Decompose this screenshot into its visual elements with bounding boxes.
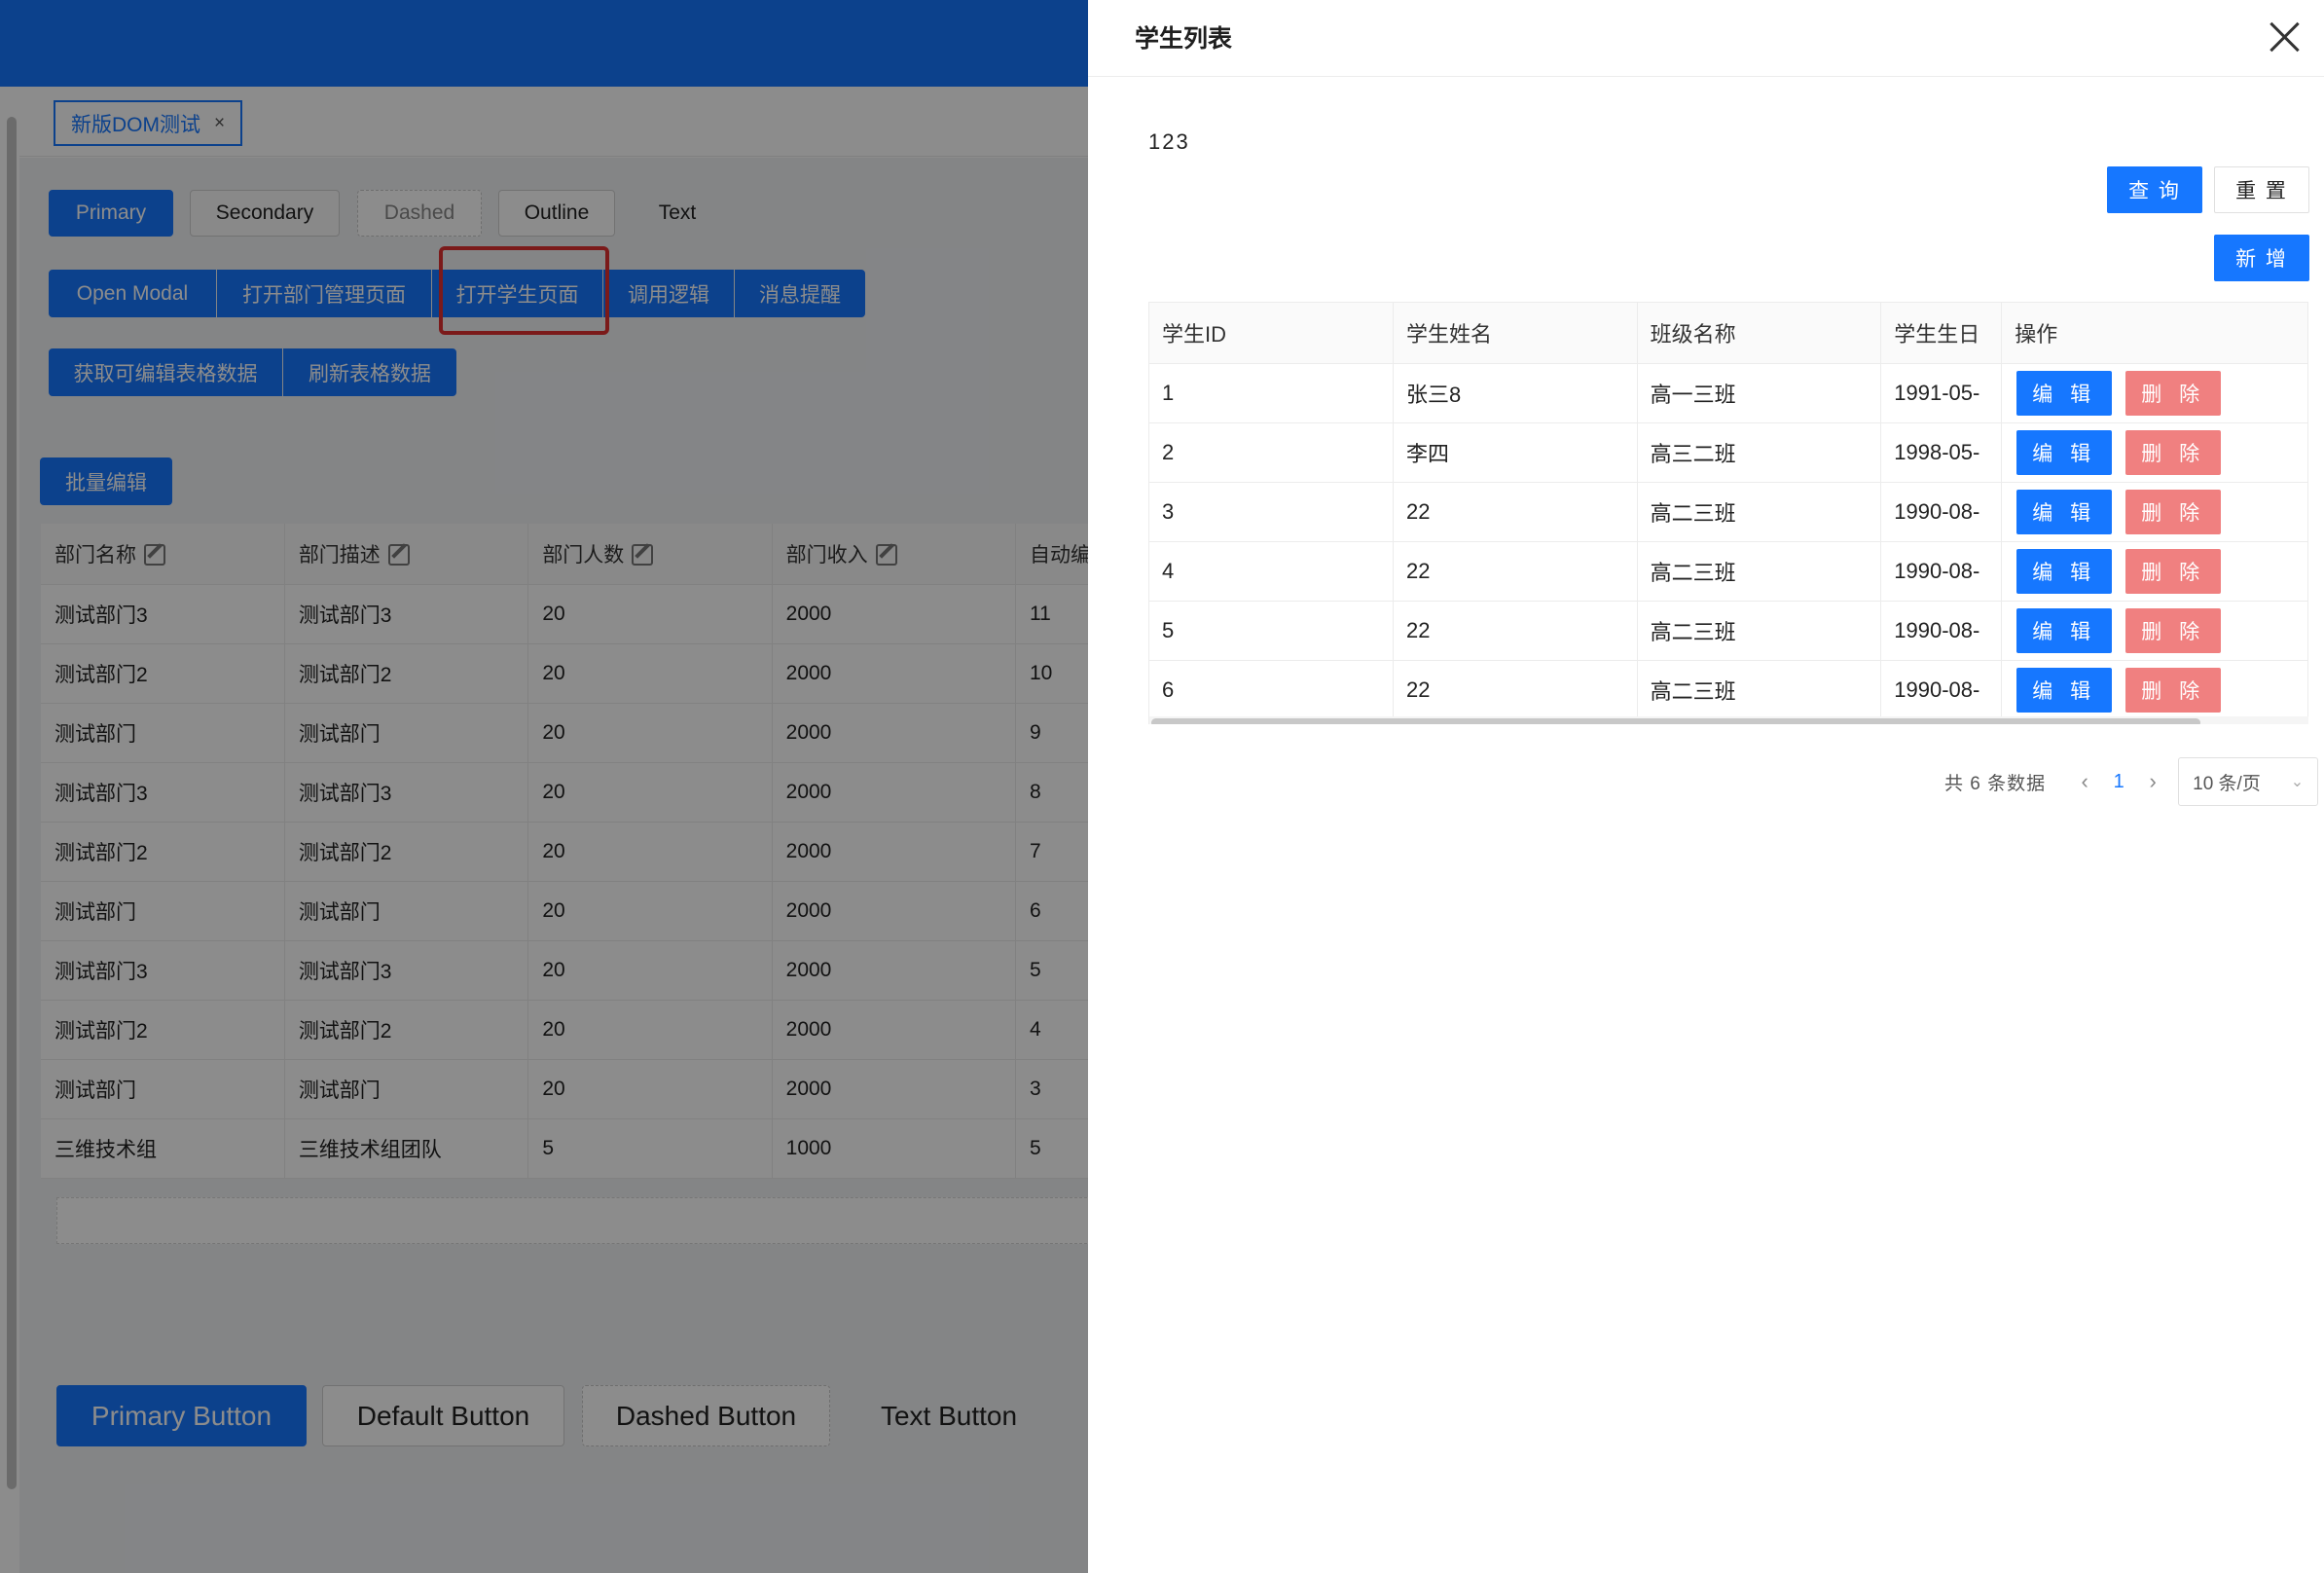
table-cell: 高二三班 <box>1637 660 1882 720</box>
table-cell: 高二三班 <box>1637 541 1882 602</box>
table-cell: 1 <box>1149 363 1395 423</box>
table-row: 5 22 高二三班 1990-08- 编 辑删 除 <box>1149 601 2308 661</box>
student-table: 学生ID 学生姓名 班级名称 学生生日 操作 1 张三8 高一三班 1991-05- 编… <box>1149 303 2308 720</box>
delete-button[interactable]: 删 除 <box>2125 489 2222 534</box>
actions-cell: 编 辑删 除 <box>2001 601 2308 661</box>
table-cell: 1990-08- <box>1880 660 2003 720</box>
delete-button[interactable]: 删 除 <box>2125 370 2222 416</box>
actions-header: 操作 <box>2001 303 2308 364</box>
drawer-header: 学生列表 <box>1088 0 2324 77</box>
chevron-left-icon[interactable]: ‹ <box>2067 769 2102 794</box>
table-cell: 1991-05- <box>1880 363 2003 423</box>
edit-button[interactable]: 编 辑 <box>2016 548 2113 594</box>
chevron-right-icon[interactable]: › <box>2135 769 2170 794</box>
table-cell: 1990-08- <box>1880 482 2003 542</box>
delete-button[interactable]: 删 除 <box>2125 429 2222 475</box>
student-name-header: 学生姓名 <box>1393 303 1638 364</box>
add-student-button[interactable]: 新 增 <box>2214 235 2309 281</box>
pagination-page-current[interactable]: 1 <box>2102 771 2135 793</box>
table-cell: 李四 <box>1393 422 1638 483</box>
table-cell: 2 <box>1149 422 1395 483</box>
student-birthday-header: 学生生日 <box>1880 303 2003 364</box>
table-cell: 张三8 <box>1393 363 1638 423</box>
table-cell: 22 <box>1393 601 1638 661</box>
table-row: 6 22 高二三班 1990-08- 编 辑删 除 <box>1149 660 2308 720</box>
table-cell: 5 <box>1149 601 1395 661</box>
actions-cell: 编 辑删 除 <box>2001 660 2308 720</box>
actions-cell: 编 辑删 除 <box>2001 422 2308 483</box>
actions-cell: 编 辑删 除 <box>2001 482 2308 542</box>
pagination-total: 共 6 条数据 <box>1944 773 2047 794</box>
delete-button[interactable]: 删 除 <box>2125 667 2222 713</box>
table-cell: 4 <box>1149 541 1395 602</box>
page-size-value: 10 条/页 <box>2193 773 2261 794</box>
table-row: 1 张三8 高一三班 1991-05- 编 辑删 除 <box>1149 363 2308 423</box>
close-icon[interactable] <box>2268 19 2303 55</box>
student-id-header: 学生ID <box>1149 303 1395 364</box>
horizontal-scrollbar-thumb[interactable] <box>1151 718 2200 724</box>
table-cell: 3 <box>1149 482 1395 542</box>
edit-button[interactable]: 编 辑 <box>2016 607 2113 653</box>
drawer-title: 学生列表 <box>1135 25 1233 53</box>
table-cell: 22 <box>1393 541 1638 602</box>
delete-button[interactable]: 删 除 <box>2125 607 2222 653</box>
student-table-container: 学生ID 学生姓名 班级名称 学生生日 操作 1 张三8 高一三班 1991-05- 编… <box>1148 302 2308 724</box>
student-list-drawer: 学生列表 123 查 询 重 置 新 增 学生ID 学生姓名 班级名称 学生生日… <box>1088 0 2324 1573</box>
table-cell: 高二三班 <box>1637 601 1882 661</box>
table-cell: 高三二班 <box>1637 422 1882 483</box>
table-cell: 22 <box>1393 482 1638 542</box>
table-cell: 高一三班 <box>1637 363 1882 423</box>
edit-button[interactable]: 编 辑 <box>2016 667 2113 713</box>
edit-button[interactable]: 编 辑 <box>2016 429 2113 475</box>
table-cell: 1990-08- <box>1880 541 2003 602</box>
pagination: 共 6 条数据 ‹ 1 › 10 条/页 ⌄ <box>1944 757 2319 806</box>
table-cell: 6 <box>1149 660 1395 720</box>
table-cell: 1998-05- <box>1880 422 2003 483</box>
table-row: 2 李四 高三二班 1998-05- 编 辑删 除 <box>1149 422 2308 483</box>
table-cell: 高二三班 <box>1637 482 1882 542</box>
reset-button[interactable]: 重 置 <box>2214 166 2309 213</box>
chevron-down-icon: ⌄ <box>2290 774 2305 790</box>
table-cell: 1990-08- <box>1880 601 2003 661</box>
page-size-select[interactable]: 10 条/页 ⌄ <box>2178 757 2319 806</box>
query-button[interactable]: 查 询 <box>2107 166 2202 213</box>
actions-cell: 编 辑删 除 <box>2001 541 2308 602</box>
edit-button[interactable]: 编 辑 <box>2016 489 2113 534</box>
delete-button[interactable]: 删 除 <box>2125 548 2222 594</box>
table-cell: 22 <box>1393 660 1638 720</box>
student-table-body: 1 张三8 高一三班 1991-05- 编 辑删 除 2 李四 高三二班 1998-05- 编 辑… <box>1149 363 2308 720</box>
edit-button[interactable]: 编 辑 <box>2016 370 2113 416</box>
drawer-note-text: 123 <box>1148 129 1190 154</box>
table-row: 4 22 高二三班 1990-08- 编 辑删 除 <box>1149 541 2308 602</box>
class-name-header: 班级名称 <box>1637 303 1882 364</box>
table-row: 3 22 高二三班 1990-08- 编 辑删 除 <box>1149 482 2308 542</box>
actions-cell: 编 辑删 除 <box>2001 363 2308 423</box>
